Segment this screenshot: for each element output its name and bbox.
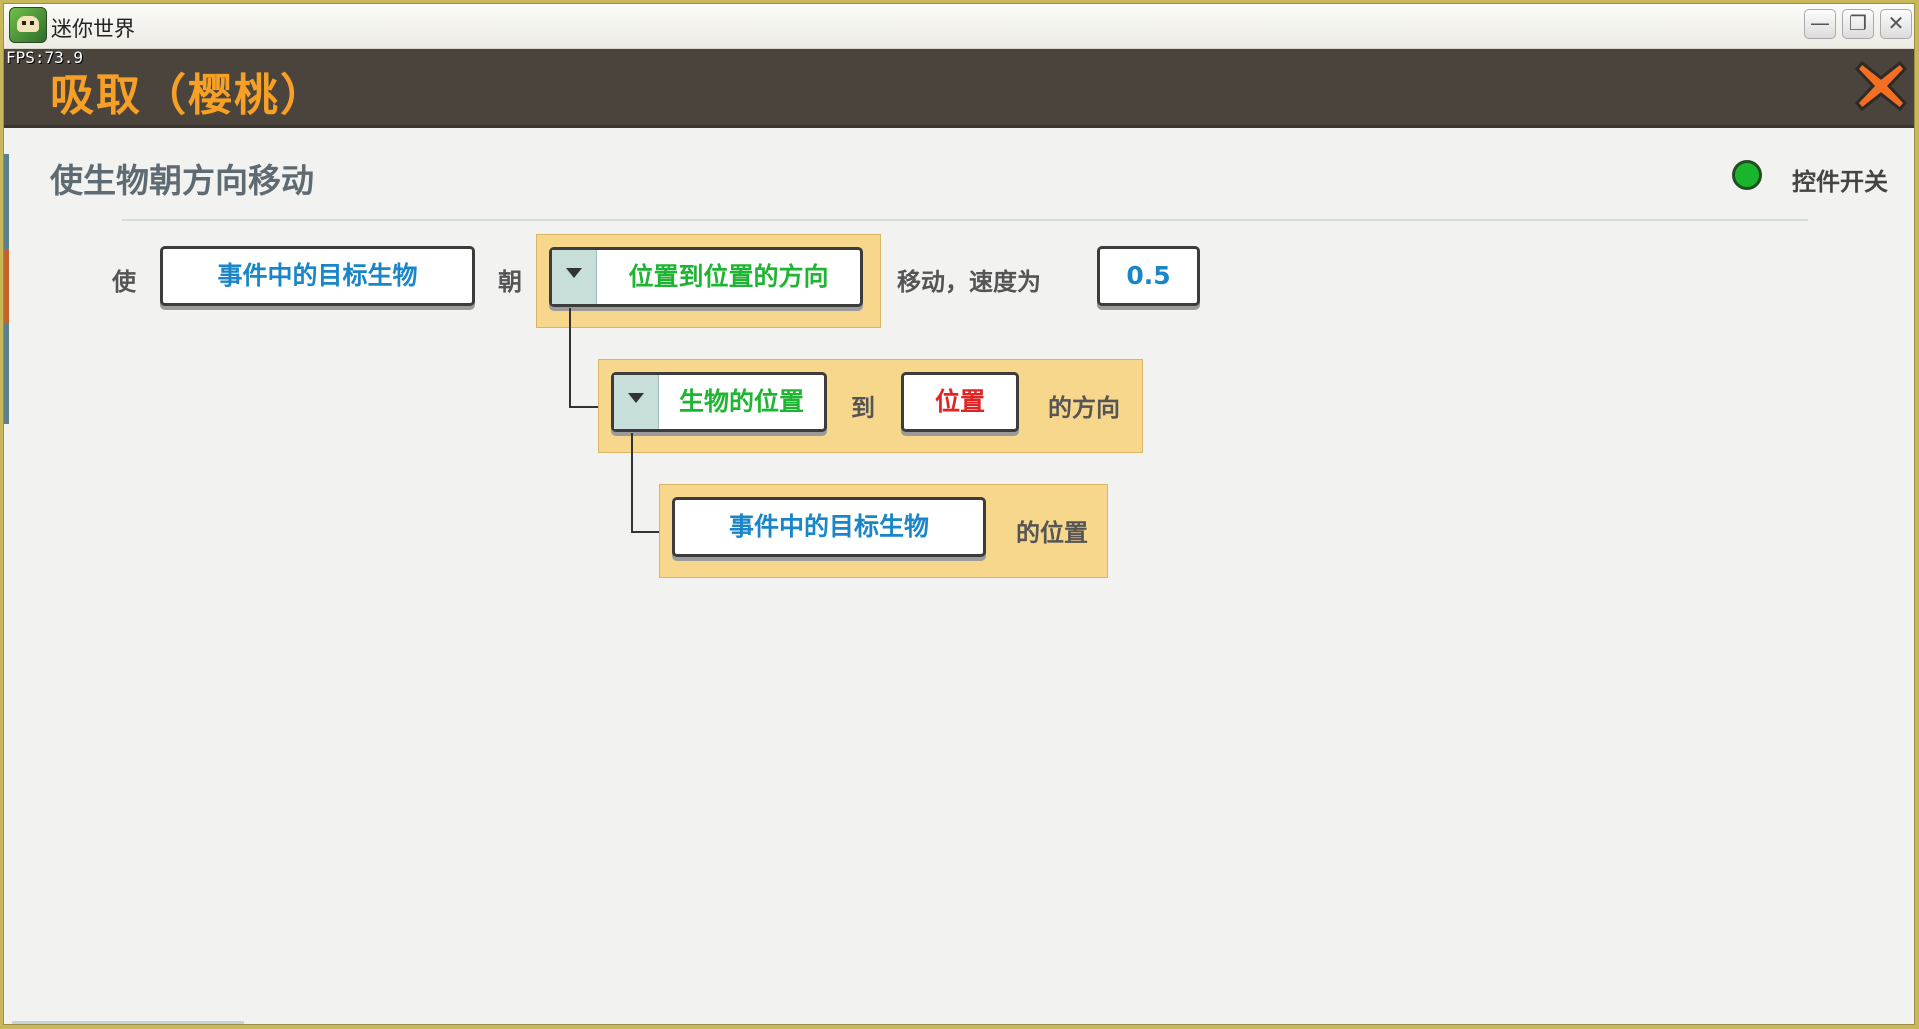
creature-position-panel: 事件中的目标生物 的位置 bbox=[659, 484, 1108, 578]
action-title: 使生物朝方向移动 bbox=[50, 161, 314, 200]
row1-prefix: 使 bbox=[112, 268, 136, 296]
maximize-button[interactable]: ❐ bbox=[1842, 9, 1874, 39]
control-toggle-icon[interactable] bbox=[1732, 160, 1762, 190]
control-toggle-label: 控件开关 bbox=[1792, 168, 1888, 196]
dialog-title: 吸取（樱桃） bbox=[50, 70, 326, 121]
direction-param-button[interactable]: 位置到位置的方向 bbox=[549, 247, 863, 307]
row1-toward: 朝 bbox=[498, 268, 522, 296]
row2-suffix: 的方向 bbox=[1048, 394, 1120, 422]
from-position-button[interactable]: 生物的位置 bbox=[611, 372, 827, 432]
direction-panel: 位置到位置的方向 bbox=[536, 234, 881, 328]
app-window: 迷你世界 — ❐ ✕ FPS:73.9 吸取（樱桃） 使生物朝方向移动 控件开关… bbox=[3, 3, 1915, 1025]
left-edge-strip-accent bbox=[4, 249, 9, 324]
dialog-header: 吸取（樱桃） bbox=[4, 49, 1914, 128]
window-close-button[interactable]: ✕ bbox=[1880, 9, 1912, 39]
speed-param-button[interactable]: 0.5 bbox=[1097, 246, 1200, 306]
fps-counter: FPS:73.9 bbox=[6, 48, 84, 67]
row3-suffix: 的位置 bbox=[1016, 519, 1088, 547]
dialog-close-icon[interactable] bbox=[1854, 59, 1908, 113]
app-logo-icon bbox=[9, 7, 47, 43]
minimize-button[interactable]: — bbox=[1804, 9, 1836, 39]
subject-param-button[interactable]: 事件中的目标生物 bbox=[160, 246, 475, 306]
tree-connector bbox=[631, 433, 633, 533]
dropdown-arrow-icon[interactable] bbox=[614, 375, 659, 429]
direction-sub-panel: 生物的位置 到 位置 的方向 bbox=[598, 359, 1143, 453]
row1-move-speed: 移动，速度为 bbox=[897, 268, 1041, 296]
direction-param-label: 位置到位置的方向 bbox=[628, 262, 829, 291]
from-position-label: 生物的位置 bbox=[678, 387, 804, 416]
dropdown-arrow-icon[interactable] bbox=[552, 250, 597, 304]
horizontal-scrollbar[interactable] bbox=[12, 1021, 244, 1024]
creature-param-button[interactable]: 事件中的目标生物 bbox=[672, 497, 986, 557]
section-divider bbox=[122, 219, 1808, 221]
target-position-button[interactable]: 位置 bbox=[901, 372, 1019, 432]
app-title: 迷你世界 bbox=[51, 17, 135, 41]
tree-connector bbox=[569, 308, 571, 408]
os-title-bar: 迷你世界 — ❐ ✕ bbox=[4, 4, 1914, 49]
row2-to: 到 bbox=[851, 394, 875, 422]
